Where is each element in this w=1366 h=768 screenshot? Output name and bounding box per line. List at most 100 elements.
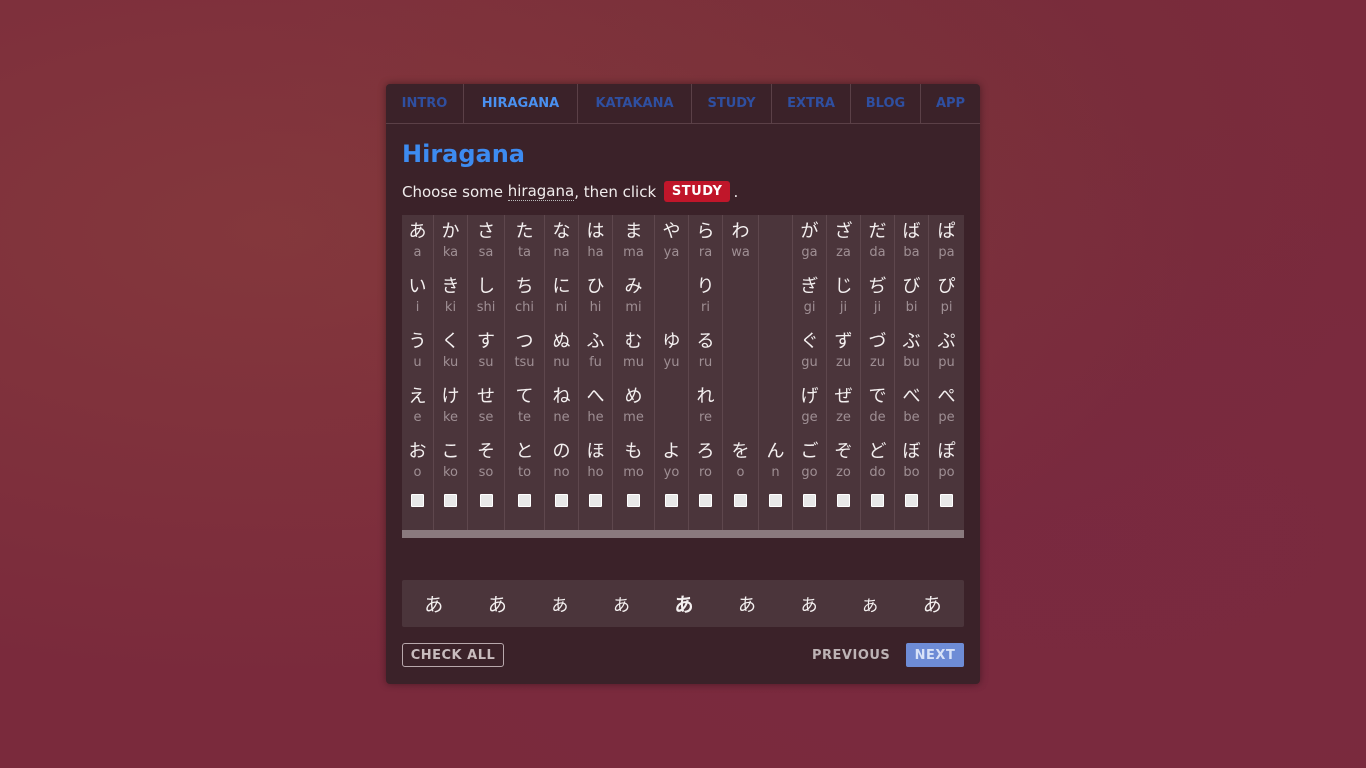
next-button[interactable]: NEXT — [906, 643, 964, 667]
study-badge[interactable]: STUDY — [663, 181, 731, 202]
kana-cell — [723, 270, 758, 325]
kana-column[interactable]: だ da ぢ ji づ zu で de ど do — [861, 215, 895, 538]
grid-scrollbar[interactable] — [402, 530, 964, 538]
kana-column[interactable]: さ sa し shi す su せ se そ so — [468, 215, 505, 538]
kana-cell: ぐ gu — [793, 325, 826, 380]
romaji-label: ri — [701, 300, 710, 315]
column-checkbox[interactable] — [518, 494, 531, 507]
romaji-label: re — [698, 410, 713, 425]
column-checkbox[interactable] — [665, 494, 678, 507]
column-checkbox[interactable] — [734, 494, 747, 507]
column-checkbox[interactable] — [769, 494, 782, 507]
font-sample[interactable]: あ — [674, 590, 693, 617]
column-checkbox[interactable] — [627, 494, 640, 507]
kana-cell — [655, 270, 688, 325]
column-checkbox[interactable] — [555, 494, 568, 507]
column-checkbox[interactable] — [589, 494, 602, 507]
romaji-label: ko — [442, 465, 459, 480]
column-checkbox[interactable] — [411, 494, 424, 507]
romaji-label: ta — [517, 245, 532, 260]
kana-character: ゆ — [662, 331, 681, 352]
kana-character: へ — [586, 386, 605, 407]
kana-character: ぜ — [834, 386, 853, 407]
kana-character: ん — [766, 441, 785, 462]
kana-column[interactable]: か ka き ki く ku け ke こ ko — [434, 215, 468, 538]
tab-study[interactable]: STUDY — [692, 84, 772, 123]
tab-extra[interactable]: EXTRA — [772, 84, 851, 123]
romaji-label: ku — [442, 355, 459, 370]
kana-character: み — [624, 276, 643, 297]
kana-character: む — [624, 331, 643, 352]
column-checkbox[interactable] — [905, 494, 918, 507]
kana-character: ど — [868, 441, 887, 462]
previous-button[interactable]: PREVIOUS — [812, 643, 890, 667]
font-sample[interactable]: あ — [738, 591, 756, 617]
kana-character: ず — [834, 331, 853, 352]
kana-column[interactable]: ば ba び bi ぶ bu べ be ぼ bo — [895, 215, 929, 538]
kana-cell: る ru — [689, 325, 722, 380]
kana-column[interactable]: た ta ち chi つ tsu て te と to — [505, 215, 545, 538]
column-checkbox[interactable] — [803, 494, 816, 507]
kana-column[interactable]: あaいiうuえeおo — [402, 215, 434, 538]
kana-column[interactable]: な na に ni ぬ nu ね ne の no — [545, 215, 579, 538]
kana-character: ご — [800, 441, 819, 462]
kana-column[interactable]: ら ra り ri る ru れ re ろ ro — [689, 215, 723, 538]
kana-cell: じ ji — [827, 270, 860, 325]
kana-character: べ — [902, 386, 921, 407]
check-all-button[interactable]: CHECK ALL — [402, 643, 504, 667]
tab-app[interactable]: APP — [921, 84, 980, 123]
romaji-label: za — [836, 245, 851, 260]
hiragana-panel: INTRO HIRAGANA KATAKANA STUDY EXTRA BLOG APP H… — [386, 84, 980, 684]
kana-column[interactable]: ざ za じ ji ず zu ぜ ze ぞ zo — [827, 215, 861, 538]
font-sample[interactable]: あ — [424, 590, 443, 617]
tab-katakana[interactable]: KATAKANA — [578, 84, 692, 123]
kana-column[interactable]: ま ma み mi む mu め me も mo — [613, 215, 655, 538]
column-checkbox[interactable] — [699, 494, 712, 507]
kana-cell: よ yo — [655, 435, 688, 490]
kana-column[interactable]: ぱ pa ぴ pi ぷ pu ぺ pe ぽ po — [929, 215, 964, 538]
tab-intro[interactable]: INTRO — [386, 84, 464, 123]
romaji-label: zu — [869, 355, 886, 370]
kana-column[interactable]: が ga ぎ gi ぐ gu げ ge ご go — [793, 215, 827, 538]
tab-hiragana[interactable]: HIRAGANA — [464, 84, 578, 123]
font-sample[interactable]: あ — [801, 591, 818, 617]
kana-column[interactable]: は ha ひ hi ふ fu へ he ほ ho — [579, 215, 613, 538]
top-nav: INTRO HIRAGANA KATAKANA STUDY EXTRA BLOG APP — [386, 84, 980, 124]
kana-cell: た ta — [505, 215, 544, 270]
column-checkbox[interactable] — [444, 494, 457, 507]
font-sample[interactable]: あ — [923, 590, 942, 617]
tab-blog[interactable]: BLOG — [851, 84, 921, 123]
kana-cell: し shi — [468, 270, 504, 325]
kana-cell: で de — [861, 380, 894, 435]
romaji-label: yo — [663, 465, 680, 480]
romaji-label: ka — [442, 245, 459, 260]
romaji-label: ga — [801, 245, 818, 260]
romaji-label: o — [736, 465, 745, 480]
font-sample[interactable]: あ — [551, 591, 568, 616]
kana-column[interactable]: わ wa を o — [723, 215, 759, 538]
romaji-label: yu — [663, 355, 680, 370]
page-title: Hiragana — [402, 140, 525, 168]
column-checkbox[interactable] — [837, 494, 850, 507]
kana-cell: り ri — [689, 270, 722, 325]
kana-character: ぷ — [937, 331, 956, 352]
font-sample[interactable]: あ — [613, 591, 630, 616]
column-checkbox[interactable] — [871, 494, 884, 507]
romaji-label: da — [869, 245, 886, 260]
font-sample[interactable]: あ — [862, 592, 878, 616]
kana-character: ぴ — [937, 276, 956, 297]
font-sample[interactable]: あ — [488, 590, 507, 617]
kana-cell: げ ge — [793, 380, 826, 435]
kana-character: え — [408, 386, 427, 407]
kana-column[interactable]: や ya ゆ yu よ yo — [655, 215, 689, 538]
kana-column[interactable]: んn — [759, 215, 793, 538]
kana-cell: け ke — [434, 380, 467, 435]
column-checkbox[interactable] — [940, 494, 953, 507]
romaji-label: to — [517, 465, 532, 480]
hiragana-link[interactable]: hiragana — [507, 182, 575, 201]
kana-cell: へ he — [579, 380, 612, 435]
column-checkbox[interactable] — [479, 494, 493, 507]
kana-cell — [723, 325, 758, 380]
kana-character: け — [441, 386, 460, 407]
instruction-middle: , then click — [574, 182, 661, 201]
